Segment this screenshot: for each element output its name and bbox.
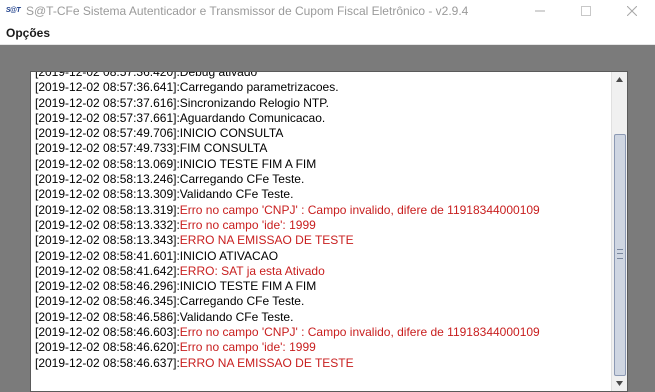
- log-line: [2019-12-02 08:57:49.706]:INICIO CONSULT…: [35, 126, 540, 141]
- scroll-down-button[interactable]: [612, 376, 627, 391]
- scroll-up-button[interactable]: [612, 72, 627, 87]
- log-message: Carregando CFe Teste.: [179, 294, 305, 309]
- log-line: [2019-12-02 08:58:46.603]:Erro no campo …: [35, 325, 540, 340]
- log-message: Aguardando Comunicacao.: [179, 110, 326, 125]
- log-line: [2019-12-02 08:57:36.420]:Debug ativado: [35, 72, 540, 80]
- log-message: FIM CONSULTA: [179, 141, 268, 156]
- log-line: [2019-12-02 08:57:37.616]:Sincronizando …: [35, 96, 540, 111]
- sat-logo-icon: S@T: [5, 7, 21, 14]
- log-line: [2019-12-02 08:58:46.637]:ERRO NA EMISSA…: [35, 356, 540, 371]
- log-error-message: Erro no campo 'ide': 1999: [179, 217, 316, 232]
- arrow-down-icon: [616, 381, 623, 386]
- log-line: [2019-12-02 08:58:46.586]:Validando CFe …: [35, 310, 540, 325]
- log-line: [2019-12-02 08:58:41.642]:ERRO: SAT ja e…: [35, 264, 540, 279]
- log-line: [2019-12-02 08:58:13.332]:Erro no campo …: [35, 218, 540, 233]
- log-timestamp: [2019-12-02 08:57:37.616]:: [35, 95, 180, 110]
- log-line: [2019-12-02 08:58:13.309]:Validando CFe …: [35, 187, 540, 202]
- log-line: [2019-12-02 08:58:41.601]:INICIO ATIVACA…: [35, 249, 540, 264]
- log-timestamp: [2019-12-02 08:58:13.309]:: [35, 187, 180, 202]
- log-error-message: Erro no campo 'CNPJ' : Campo invalido, d…: [179, 202, 540, 217]
- close-button[interactable]: [609, 0, 655, 22]
- log-error-message: Erro no campo 'ide': 1999: [179, 340, 316, 355]
- log-message: Sincronizando Relogio NTP.: [179, 95, 329, 110]
- log-timestamp: [2019-12-02 08:58:13.343]:: [35, 233, 180, 248]
- log-error-message: Erro no campo 'CNPJ' : Campo invalido, d…: [179, 325, 540, 340]
- menu-bar: Opções: [0, 22, 655, 45]
- log-timestamp: [2019-12-02 08:58:13.246]:: [35, 172, 180, 187]
- window-title: S@T-CFe Sistema Autenticador e Transmiss…: [26, 4, 469, 18]
- log-timestamp: [2019-12-02 08:58:13.319]:: [35, 202, 180, 217]
- grip-icon: [617, 249, 623, 259]
- close-icon: [627, 6, 637, 16]
- log-error-message: ERRO NA EMISSAO DE TESTE: [179, 355, 354, 370]
- log-timestamp: [2019-12-02 08:58:13.332]:: [35, 217, 180, 232]
- menu-opcoes[interactable]: Opções: [6, 26, 50, 40]
- log-error-message: ERRO NA EMISSAO DE TESTE: [179, 233, 354, 248]
- log-lines: [2019-12-02 08:57:36.420]:Debug ativado[…: [35, 72, 540, 371]
- log-timestamp: [2019-12-02 08:58:46.603]:: [35, 325, 180, 340]
- log-line: [2019-12-02 08:58:46.296]:INICIO TESTE F…: [35, 279, 540, 294]
- log-message: Debug ativado: [179, 72, 258, 79]
- log-timestamp: [2019-12-02 08:58:46.637]:: [35, 355, 180, 370]
- log-message: Validando CFe Teste.: [179, 309, 294, 324]
- log-line: [2019-12-02 08:58:13.069]:INICIO TESTE F…: [35, 157, 540, 172]
- log-timestamp: [2019-12-02 08:57:49.706]:: [35, 126, 180, 141]
- vertical-scrollbar[interactable]: [611, 72, 627, 391]
- minimize-icon: [535, 10, 545, 12]
- log-message: Validando CFe Teste.: [179, 187, 294, 202]
- log-line: [2019-12-02 08:57:36.641]:Carregando par…: [35, 80, 540, 95]
- log-timestamp: [2019-12-02 08:58:13.069]:: [35, 156, 180, 171]
- log-line: [2019-12-02 08:58:13.343]:ERRO NA EMISSA…: [35, 233, 540, 248]
- log-timestamp: [2019-12-02 08:58:46.345]:: [35, 294, 180, 309]
- log-error-message: ERRO: SAT ja esta Ativado: [179, 263, 325, 278]
- log-line: [2019-12-02 08:58:46.345]:Carregando CFe…: [35, 294, 540, 309]
- main-content: [2019-12-02 08:57:36.420]:Debug ativado[…: [0, 45, 655, 392]
- arrow-up-icon: [616, 77, 623, 82]
- log-line: [2019-12-02 08:58:13.246]:Carregando CFe…: [35, 172, 540, 187]
- log-message: INICIO ATIVACAO: [179, 248, 279, 263]
- log-message: INICIO CONSULTA: [179, 126, 284, 141]
- log-timestamp: [2019-12-02 08:57:49.733]:: [35, 141, 180, 156]
- log-message: INICIO TESTE FIM A FIM: [179, 279, 317, 294]
- log-line: [2019-12-02 08:57:49.733]:FIM CONSULTA: [35, 141, 540, 156]
- maximize-button[interactable]: [563, 0, 609, 22]
- maximize-icon: [581, 6, 591, 16]
- log-line: [2019-12-02 08:57:37.661]:Aguardando Com…: [35, 111, 540, 126]
- scroll-thumb[interactable]: [614, 134, 626, 376]
- window-controls: [517, 0, 655, 22]
- title-bar: S@T S@T-CFe Sistema Autenticador e Trans…: [0, 0, 655, 22]
- log-text-area[interactable]: [2019-12-02 08:57:36.420]:Debug ativado[…: [31, 72, 611, 391]
- log-message: Carregando CFe Teste.: [179, 172, 305, 187]
- log-timestamp: [2019-12-02 08:58:41.601]:: [35, 248, 180, 263]
- log-message: Carregando parametrizacoes.: [179, 80, 339, 95]
- log-timestamp: [2019-12-02 08:58:46.620]:: [35, 340, 180, 355]
- minimize-button[interactable]: [517, 0, 563, 22]
- log-line: [2019-12-02 08:58:46.620]:Erro no campo …: [35, 340, 540, 355]
- log-timestamp: [2019-12-02 08:58:46.296]:: [35, 279, 180, 294]
- log-line: [2019-12-02 08:58:13.319]:Erro no campo …: [35, 203, 540, 218]
- log-timestamp: [2019-12-02 08:58:41.642]:: [35, 263, 180, 278]
- log-timestamp: [2019-12-02 08:58:46.586]:: [35, 309, 180, 324]
- log-panel: [2019-12-02 08:57:36.420]:Debug ativado[…: [30, 71, 628, 392]
- log-timestamp: [2019-12-02 08:57:36.420]:: [35, 72, 180, 79]
- log-message: INICIO TESTE FIM A FIM: [179, 156, 317, 171]
- log-timestamp: [2019-12-02 08:57:36.641]:: [35, 80, 180, 95]
- log-timestamp: [2019-12-02 08:57:37.661]:: [35, 110, 180, 125]
